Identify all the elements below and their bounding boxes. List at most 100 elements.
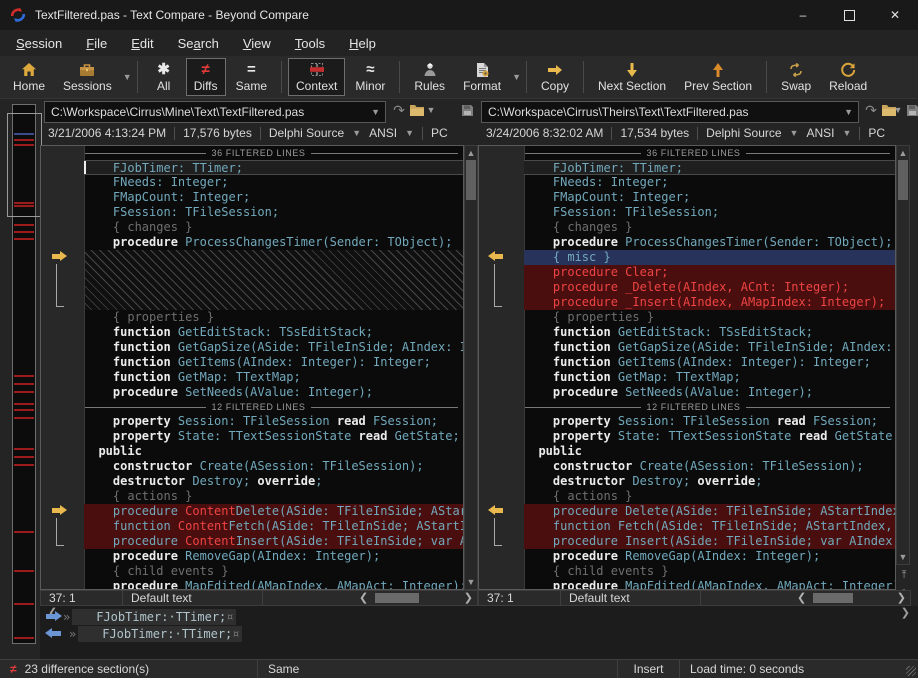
left-encoding-select[interactable]: ANSI [369, 126, 397, 140]
filtered-lines-header[interactable]: +12 FILTERED LINES [479, 400, 895, 414]
menu-file[interactable]: File [74, 33, 119, 54]
expand-section-icon[interactable]: + [43, 147, 54, 159]
home-button[interactable]: Home [5, 58, 53, 96]
code-line[interactable]: procedure Insert(ASide: TFileInSide; var… [524, 534, 895, 549]
filtered-lines-header[interactable]: +36 FILTERED LINES [479, 146, 895, 160]
left-save-icon[interactable] [458, 101, 476, 119]
same-button[interactable]: = Same [228, 58, 275, 96]
left-browse-folder-icon[interactable] [408, 101, 426, 119]
expand-section-icon[interactable]: + [481, 147, 492, 159]
code-line[interactable]: function GetGapSize(ASide: TFileInSide; … [84, 340, 463, 355]
code-line[interactable]: function GetEditStack: TSsEditStack; [84, 325, 463, 340]
menu-view[interactable]: View [231, 33, 283, 54]
right-path-combo[interactable]: ▼ [481, 101, 859, 123]
code-line[interactable]: property Session: TFileSession read FSes… [84, 414, 463, 429]
left-code-pane[interactable]: +36 FILTERED LINES FJobTimer: TTimer; FN… [40, 145, 464, 590]
sessions-button[interactable]: Sessions [55, 58, 120, 96]
code-line[interactable]: { actions } [524, 489, 895, 504]
menu-session[interactable]: Session [4, 33, 74, 54]
right-horizontal-scrollbar[interactable]: ❮ ❯ [701, 591, 910, 605]
filtered-lines-header[interactable]: +36 FILTERED LINES [41, 146, 463, 160]
prev-difference-icon[interactable]: ⤒ [896, 567, 912, 584]
code-line[interactable]: procedure _Delete(AIndex, ACnt: Integer)… [524, 280, 895, 295]
code-line[interactable]: { actions } [84, 489, 463, 504]
menu-search[interactable]: Search [166, 33, 231, 54]
next-section-button[interactable]: Next Section [590, 58, 674, 96]
code-line[interactable]: { child events } [524, 564, 895, 579]
scroll-up-icon[interactable]: ▲ [897, 148, 909, 158]
chevron-down-icon[interactable]: ▼ [839, 107, 858, 117]
code-line[interactable]: function Fetch(ASide: TFileInSide; AStar… [524, 519, 895, 534]
chevron-down-icon[interactable]: ▼ [426, 101, 436, 119]
scroll-up-icon[interactable]: ▲ [465, 148, 477, 158]
all-button[interactable]: ✱ All [144, 58, 184, 96]
code-line[interactable]: destructor Destroy; override; [84, 474, 463, 489]
code-line[interactable]: constructor Create(ASession: TFileSessio… [84, 459, 463, 474]
copy-button[interactable]: Copy [533, 58, 577, 96]
code-line[interactable]: procedure RemoveGap(AIndex: Integer); [84, 549, 463, 564]
filtered-lines-header[interactable]: +12 FILTERED LINES [41, 400, 463, 414]
code-line[interactable]: procedure ProcessChangesTimer(Sender: TO… [524, 235, 895, 250]
rules-button[interactable]: Rules [406, 58, 453, 96]
right-hscroll-thumb[interactable] [813, 593, 853, 603]
code-line[interactable]: procedure ProcessChangesTimer(Sender: TO… [84, 235, 463, 250]
code-line[interactable]: procedure RemoveGap(AIndex: Integer); [524, 549, 895, 564]
chevron-down-icon[interactable]: ▼ [352, 128, 361, 138]
right-vertical-scrollbar[interactable]: ▲ ▼ [896, 145, 910, 565]
code-line[interactable]: procedure MapEdited(AMapIndex, AMapAct: … [84, 579, 463, 589]
scroll-down-icon[interactable]: ▼ [465, 577, 477, 587]
minimize-button[interactable]: – [780, 0, 826, 30]
code-line[interactable]: function GetGapSize(ASide: TFileInSide; … [524, 340, 895, 355]
minor-button[interactable]: ≈ Minor [347, 58, 393, 96]
chevron-down-icon[interactable]: ▼ [123, 72, 132, 82]
swap-button[interactable]: Swap [773, 58, 819, 96]
code-line[interactable]: FNeeds: Integer; [524, 175, 895, 190]
scroll-right-icon[interactable]: ❯ [897, 591, 906, 606]
scroll-down-icon[interactable]: ▼ [897, 552, 909, 562]
code-line[interactable]: { changes } [84, 220, 463, 235]
code-line[interactable]: FMapCount: Integer; [84, 190, 463, 205]
context-button[interactable]: Context [288, 58, 346, 96]
code-line[interactable]: { changes } [524, 220, 895, 235]
code-line[interactable]: { child events } [84, 564, 463, 579]
chevron-down-icon[interactable]: ▼ [366, 107, 385, 117]
code-line[interactable]: FJobTimer: TTimer; [84, 160, 463, 175]
code-line[interactable]: FSession: TFileSession; [524, 205, 895, 220]
code-line[interactable]: { properties } [524, 310, 895, 325]
expand-section-icon[interactable]: + [481, 401, 492, 413]
code-line[interactable]: procedure _Insert(AIndex, AMapIndex: Int… [524, 295, 895, 310]
maximize-button[interactable] [826, 0, 872, 30]
code-line[interactable]: function GetItems(AIndex: Integer): Inte… [524, 355, 895, 370]
left-path-combo[interactable]: ▼ [44, 101, 386, 123]
code-line[interactable]: function GetMap: TTextMap; [84, 370, 463, 385]
chevron-down-icon[interactable]: ▼ [512, 72, 521, 82]
code-line[interactable]: constructor Create(ASession: TFileSessio… [524, 459, 895, 474]
code-line[interactable]: { properties } [84, 310, 463, 325]
menu-edit[interactable]: Edit [119, 33, 165, 54]
code-line[interactable]: procedure MapEdited(AMapIndex, AMapAct: … [524, 579, 895, 589]
code-line[interactable]: public [524, 444, 895, 459]
prev-section-button[interactable]: Prev Section [676, 58, 760, 96]
scroll-left-icon[interactable]: ❮ [797, 591, 806, 606]
left-rotate-icon[interactable]: ↷ [390, 101, 408, 119]
close-button[interactable]: ✕ [872, 0, 918, 30]
left-scrollbar-thumb[interactable] [466, 160, 476, 200]
left-hscroll-thumb[interactable] [375, 593, 419, 603]
overview-map[interactable] [7, 104, 42, 644]
resize-grip[interactable] [906, 666, 916, 676]
code-line[interactable]: procedure ContentInsert(ASide: TFileInSi… [84, 534, 463, 549]
scroll-left-icon[interactable]: ❮ [359, 591, 368, 606]
detail-row[interactable]: »FJobTimer:·TTimer;¤ [42, 608, 236, 625]
right-format-select[interactable]: Delphi Source [706, 126, 781, 140]
left-horizontal-scrollbar[interactable]: ❮ ❯ [263, 591, 477, 605]
menu-tools[interactable]: Tools [283, 33, 337, 54]
scroll-right-icon[interactable]: ❯ [464, 591, 473, 606]
chevron-down-icon[interactable]: ▼ [405, 128, 414, 138]
title-bar[interactable]: TextFiltered.pas - Text Compare - Beyond… [0, 0, 918, 30]
code-line[interactable]: FSession: TFileSession; [84, 205, 463, 220]
code-line[interactable]: property State: TTextSessionState read G… [524, 429, 895, 444]
code-line[interactable]: procedure Clear; [524, 265, 895, 280]
diffs-button[interactable]: ≠ Diffs [185, 58, 226, 96]
code-line[interactable]: public [84, 444, 463, 459]
code-line[interactable]: FNeeds: Integer; [84, 175, 463, 190]
